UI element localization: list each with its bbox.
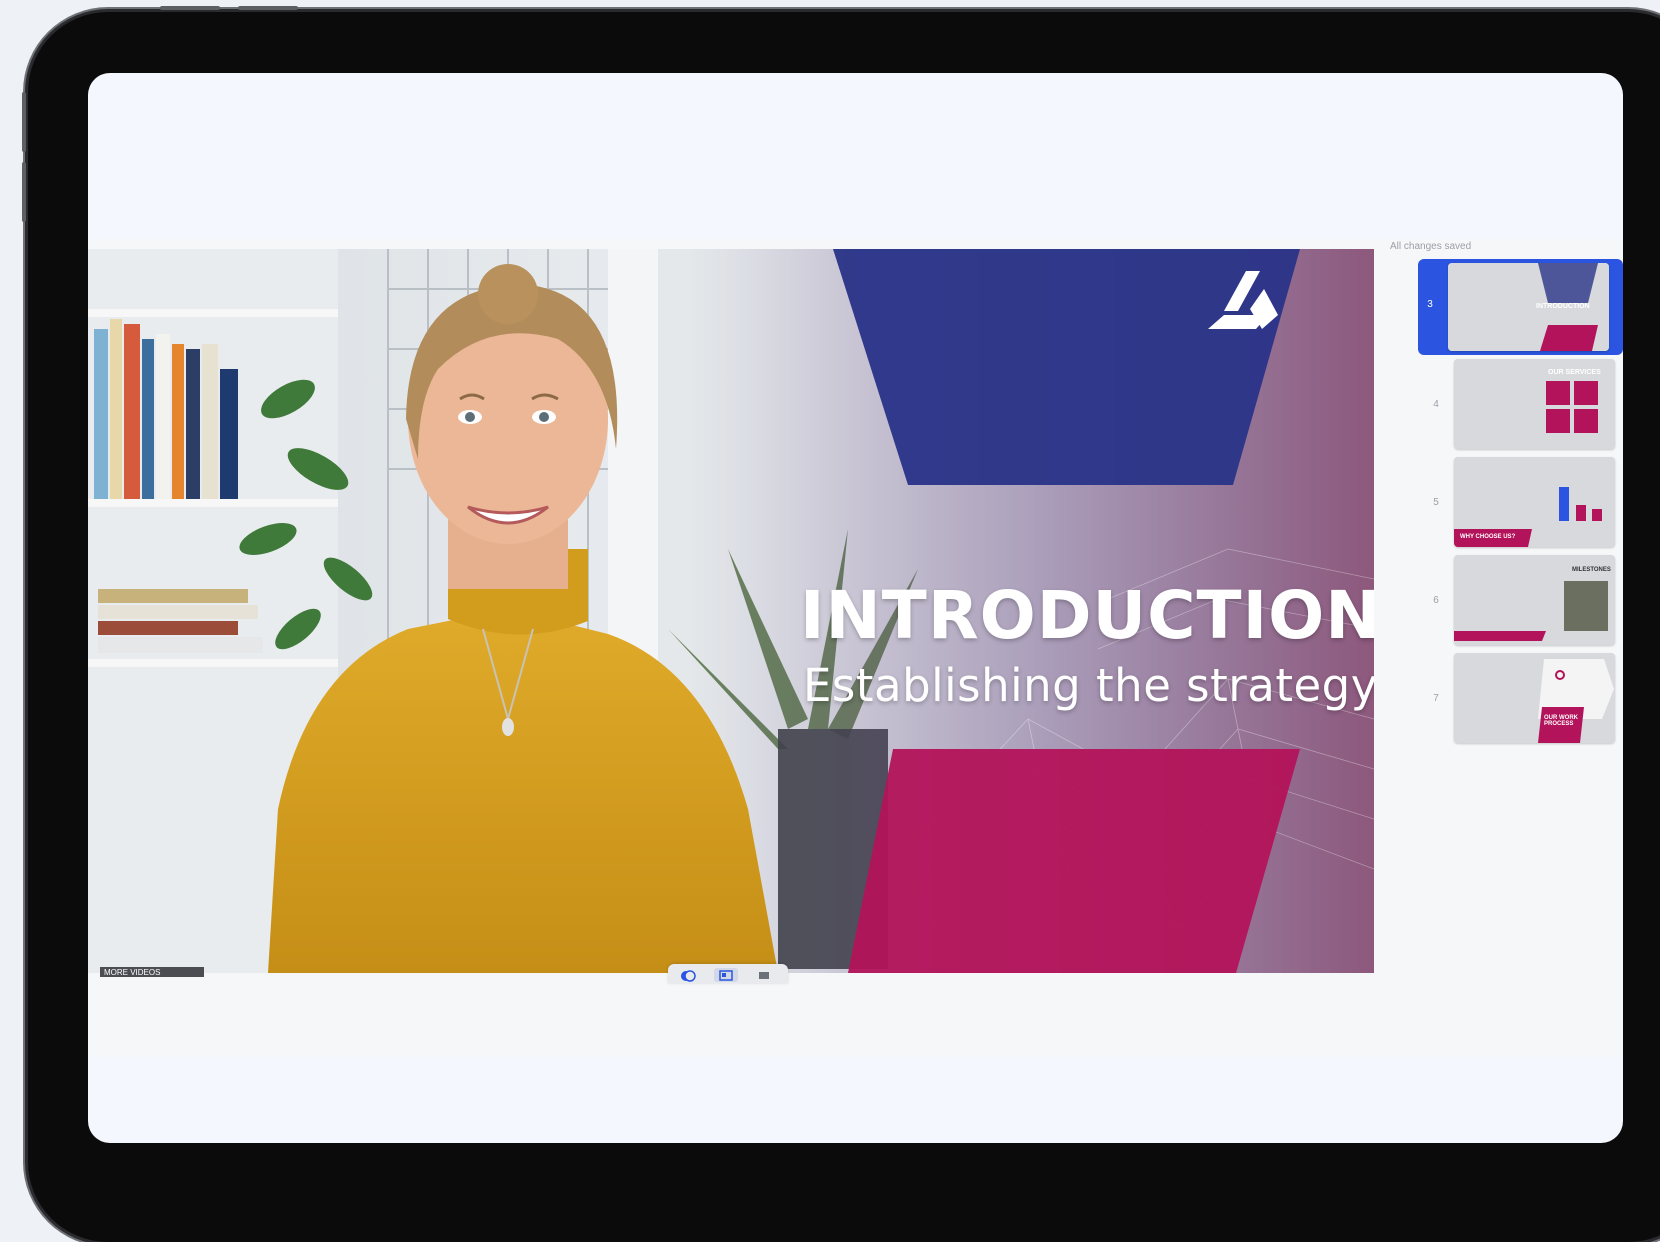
slide-thumbnail-7[interactable]: 7 OUR WORK PROCESS	[1376, 653, 1623, 749]
tablet-screen: INTRODUCTION Establishing the strategy A…	[88, 73, 1623, 1143]
volume-up-button	[22, 92, 26, 152]
slide-preview: INTRODUCTION	[1448, 263, 1609, 351]
slide-title[interactable]: INTRODUCTION	[800, 577, 1374, 654]
more-videos-button[interactable]: MORE VIDEOS	[100, 967, 204, 977]
slide-number: 3	[1427, 299, 1433, 310]
stop-icon[interactable]	[752, 968, 776, 982]
slide-subtitle[interactable]: Establishing the strategy	[803, 659, 1374, 712]
slide-preview: WHY CHOOSE US?	[1454, 457, 1615, 547]
slide-number: 5	[1433, 497, 1439, 508]
layout-icon[interactable]	[714, 968, 738, 982]
slide-number: 4	[1433, 399, 1439, 410]
slide-number: 6	[1433, 595, 1439, 606]
slide-thumbnail-5[interactable]: 5 WHY CHOOSE US?	[1376, 457, 1623, 553]
slide-preview: MILESTONES	[1454, 555, 1615, 645]
thumb-title: OUR WORK PROCESS	[1544, 715, 1578, 727]
presentation-app: INTRODUCTION Establishing the strategy A…	[88, 239, 1623, 1057]
slide-thumbnail-panel: 3 INTRODUCTION 4 OUR SERVICES 5 WHY CHOO…	[1376, 259, 1623, 979]
thumb-title: WHY CHOOSE US?	[1460, 534, 1516, 540]
slide-preview-image	[1454, 653, 1615, 743]
slide-thumbnail-6[interactable]: 6 MILESTONES	[1376, 555, 1623, 651]
save-status: All changes saved	[1390, 241, 1472, 252]
top-button	[160, 6, 220, 10]
camera-toggle-icon[interactable]	[676, 968, 700, 982]
presentation-stage[interactable]: INTRODUCTION Establishing the strategy	[88, 249, 1374, 973]
slide-number: 7	[1433, 693, 1439, 704]
slide-thumbnail-3[interactable]: 3 INTRODUCTION	[1418, 259, 1623, 355]
thumb-title: MILESTONES	[1572, 567, 1611, 573]
thumb-title: INTRODUCTION	[1536, 303, 1590, 310]
volume-down-button	[22, 162, 26, 222]
slide-preview: OUR SERVICES	[1454, 359, 1615, 449]
top-button-2	[238, 6, 298, 10]
thumb-title: OUR SERVICES	[1548, 369, 1601, 376]
video-control-bar	[668, 964, 788, 984]
slide-preview: OUR WORK PROCESS	[1454, 653, 1615, 743]
slide-thumbnail-4[interactable]: 4 OUR SERVICES	[1376, 359, 1623, 455]
